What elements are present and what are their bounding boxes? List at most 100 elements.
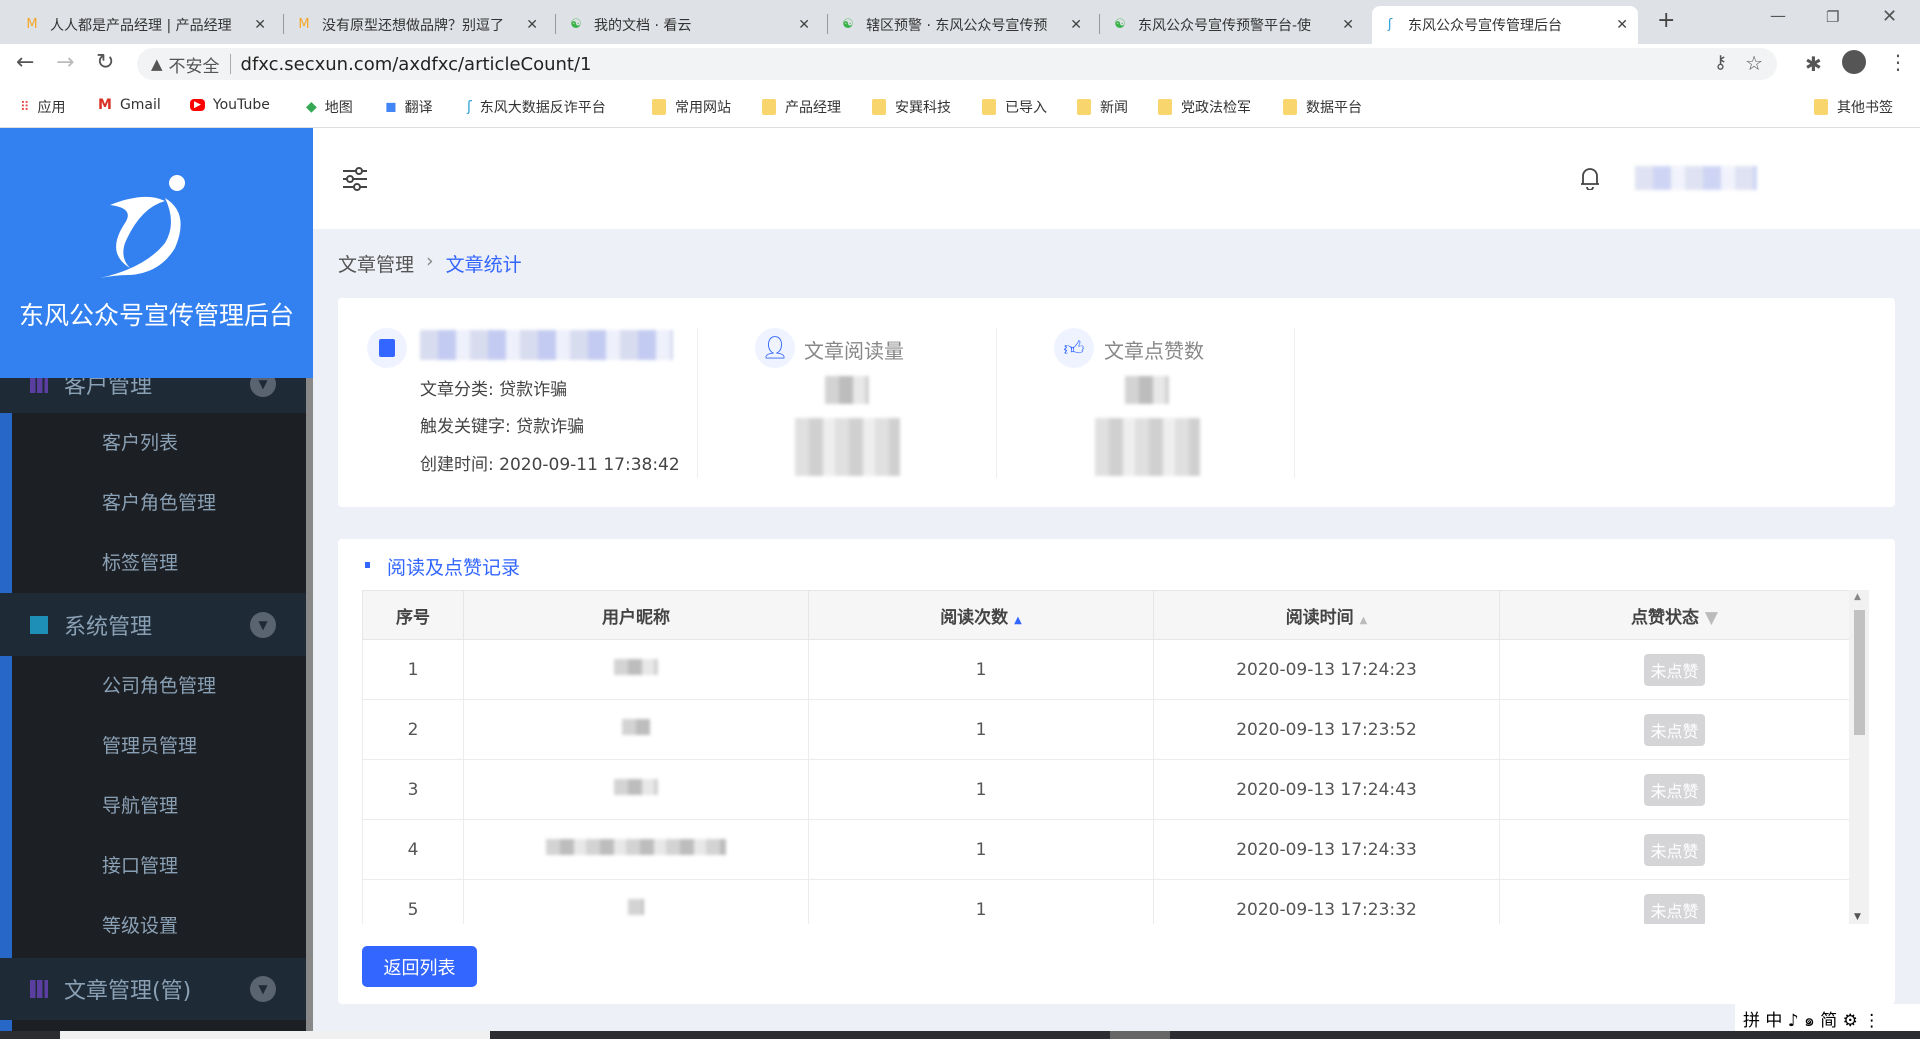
sidebar-item-levels[interactable]: 等级设置 [12, 896, 306, 956]
extensions-icon[interactable]: ✱ [1805, 52, 1822, 76]
sidebar-group-system[interactable]: 系统管理 ▼ [0, 593, 306, 656]
apps-icon: ⠿ [20, 99, 30, 115]
logo-icon [100, 175, 185, 278]
browser-tab-bar: M 人人都是产品经理 | 产品经理 ✕ M 没有原型还想做品牌？别逗了 ✕ ☯ 我的文档 … [0, 0, 1920, 44]
section-title: 阅读及点赞记录 [387, 557, 521, 579]
back-icon[interactable]: ← [16, 50, 34, 75]
close-tab-icon[interactable]: ✕ [1616, 17, 1628, 33]
maps-icon: ◆ [306, 99, 317, 115]
table-row: 2 1 2020-09-13 17:23:52 未点赞 [362, 699, 1849, 760]
bookmark[interactable]: Gmail [120, 97, 161, 113]
filter-icon[interactable]: ▼ [1705, 608, 1718, 628]
profile-icon[interactable] [1842, 50, 1866, 74]
sidebar-group-articles[interactable]: 文章管理(管) ▼ [0, 958, 306, 1020]
warning-icon: ▲ [151, 55, 163, 73]
sidebar-item-tags[interactable]: 标签管理 [12, 533, 306, 593]
tab-title: 人人都是产品经理 | 产品经理 [50, 18, 232, 34]
browser-tab[interactable]: M 人人都是产品经理 | 产品经理 ✕ [14, 6, 276, 44]
site-icon: ☯ [570, 17, 582, 32]
col-header-read-time[interactable]: 阅读时间 ▲ [1153, 590, 1500, 640]
bookmark[interactable]: 安巽科技 [895, 97, 951, 117]
ime-toolbar[interactable]: 拼 中 ♪ ๑ 简 ⚙ ⋮ [1735, 1004, 1920, 1031]
menu-icon[interactable]: ⋮ [1888, 50, 1908, 74]
sort-icon[interactable]: ▲ [1014, 615, 1022, 626]
user-name-blurred[interactable] [1635, 166, 1757, 190]
sidebar-item-admins[interactable]: 管理员管理 [12, 716, 306, 776]
col-header-like-status[interactable]: 点赞状态 ▼ [1499, 590, 1849, 640]
folder-icon [762, 99, 776, 115]
close-tab-icon[interactable]: ✕ [1342, 17, 1354, 33]
gmail-icon: M [98, 97, 112, 113]
article-category: 文章分类: 贷款诈骗 [420, 380, 568, 400]
status-badge: 未点赞 [1644, 773, 1705, 806]
calendar-icon [30, 615, 48, 634]
bookmark[interactable]: 地图 [325, 97, 353, 117]
bookmark[interactable]: 东风大数据反诈平台 [480, 97, 606, 117]
browser-tab-active[interactable]: ʃ 东风公众号宣传管理后台 ✕ [1372, 6, 1638, 44]
sidebar-item-navigation[interactable]: 导航管理 [12, 776, 306, 836]
likes-detail-blurred [1095, 418, 1200, 476]
article-title-blurred [420, 330, 673, 360]
col-header-read-count[interactable]: 阅读次数 ▲ [808, 590, 1154, 640]
sidebar-item-customer-list[interactable]: 客户列表 [12, 413, 306, 473]
bookmark-star-icon[interactable]: ☆ [1745, 51, 1763, 75]
bell-icon[interactable] [1579, 166, 1601, 190]
table-scrollbar[interactable]: ▲ ▼ [1849, 590, 1869, 924]
forward-icon[interactable]: → [56, 50, 74, 75]
likes-label: 文章点赞数 [1104, 339, 1204, 363]
back-to-list-button[interactable]: 返回列表 [362, 946, 477, 987]
browser-tab[interactable]: ☯ 东风公众号宣传预警平台-使 ✕ [1102, 6, 1364, 44]
minimize-button[interactable]: — [1770, 6, 1786, 25]
close-tab-icon[interactable]: ✕ [798, 17, 810, 33]
bookmark[interactable]: 数据平台 [1306, 97, 1362, 117]
table-row: 3 1 2020-09-13 17:24:43 未点赞 [362, 759, 1849, 820]
sidebar-item-api[interactable]: 接口管理 [12, 836, 306, 896]
browser-tab[interactable]: ☯ 辖区预警 · 东风公众号宣传预 ✕ [830, 6, 1092, 44]
toggle-filter-icon[interactable] [342, 166, 368, 192]
taskbar [0, 1031, 1920, 1039]
reload-icon[interactable]: ↻ [96, 50, 114, 75]
article-created-time: 创建时间: 2020-09-11 17:38:42 [420, 455, 680, 475]
bookmark[interactable]: YouTube [213, 97, 270, 113]
breadcrumb-parent[interactable]: 文章管理 [338, 250, 414, 277]
sidebar-logo: 东风公众号宣传管理后台 [0, 128, 313, 378]
sort-icon[interactable]: ▲ [1360, 615, 1368, 626]
group-label: 文章管理(管) [64, 979, 192, 1004]
url-text: dfxc.secxun.com/axdfxc/articleCount/1 [240, 53, 592, 75]
browser-tab[interactable]: ☯ 我的文档 · 看云 ✕ [558, 6, 820, 44]
other-bookmarks[interactable]: 其他书签 [1837, 97, 1893, 117]
bookmark[interactable]: 已导入 [1005, 97, 1047, 117]
app-title: 东风公众号宣传管理后台 [18, 301, 294, 330]
youtube-icon: ▶ [190, 99, 205, 111]
nickname-blurred [546, 839, 726, 855]
folder-icon [872, 99, 886, 115]
restore-button[interactable]: ❐ [1826, 8, 1839, 26]
submenu-customers: 客户列表 客户角色管理 标签管理 [0, 413, 306, 593]
sidebar-item-company-roles[interactable]: 公司角色管理 [12, 656, 306, 716]
bookmark[interactable]: 常用网站 [675, 97, 731, 117]
new-tab-button[interactable]: + [1657, 8, 1675, 33]
browser-tab[interactable]: M 没有原型还想做品牌？别逗了 ✕ [286, 6, 548, 44]
breadcrumb: 文章管理 › 文章统计 [338, 250, 522, 277]
sidebar-item-customer-roles[interactable]: 客户角色管理 [12, 473, 306, 533]
chevron-down-icon: ▼ [250, 611, 276, 638]
bookmark[interactable]: 翻译 [405, 97, 433, 117]
url-bar[interactable]: ▲ 不安全 dfxc.secxun.com/axdfxc/articleCoun… [137, 48, 1777, 80]
top-bar [313, 128, 1920, 229]
site-icon: ʃ [467, 99, 472, 115]
close-tab-icon[interactable]: ✕ [254, 17, 266, 33]
bookmark[interactable]: 应用 [38, 97, 66, 117]
sidebar-scrollbar[interactable] [306, 378, 313, 1031]
nickname-blurred [614, 659, 658, 675]
key-icon[interactable]: ⚷ [1714, 52, 1727, 73]
close-window-button[interactable]: ✕ [1882, 6, 1897, 27]
chart-icon [30, 980, 48, 998]
col-header-no: 序号 [362, 590, 464, 640]
bookmark[interactable]: 产品经理 [785, 97, 841, 117]
bookmark[interactable]: 新闻 [1100, 97, 1128, 117]
folder-icon [1077, 99, 1091, 115]
close-tab-icon[interactable]: ✕ [526, 17, 538, 33]
table-row: 4 1 2020-09-13 17:24:33 未点赞 [362, 819, 1849, 880]
close-tab-icon[interactable]: ✕ [1070, 17, 1082, 33]
bookmark[interactable]: 党政法检军 [1181, 97, 1251, 117]
